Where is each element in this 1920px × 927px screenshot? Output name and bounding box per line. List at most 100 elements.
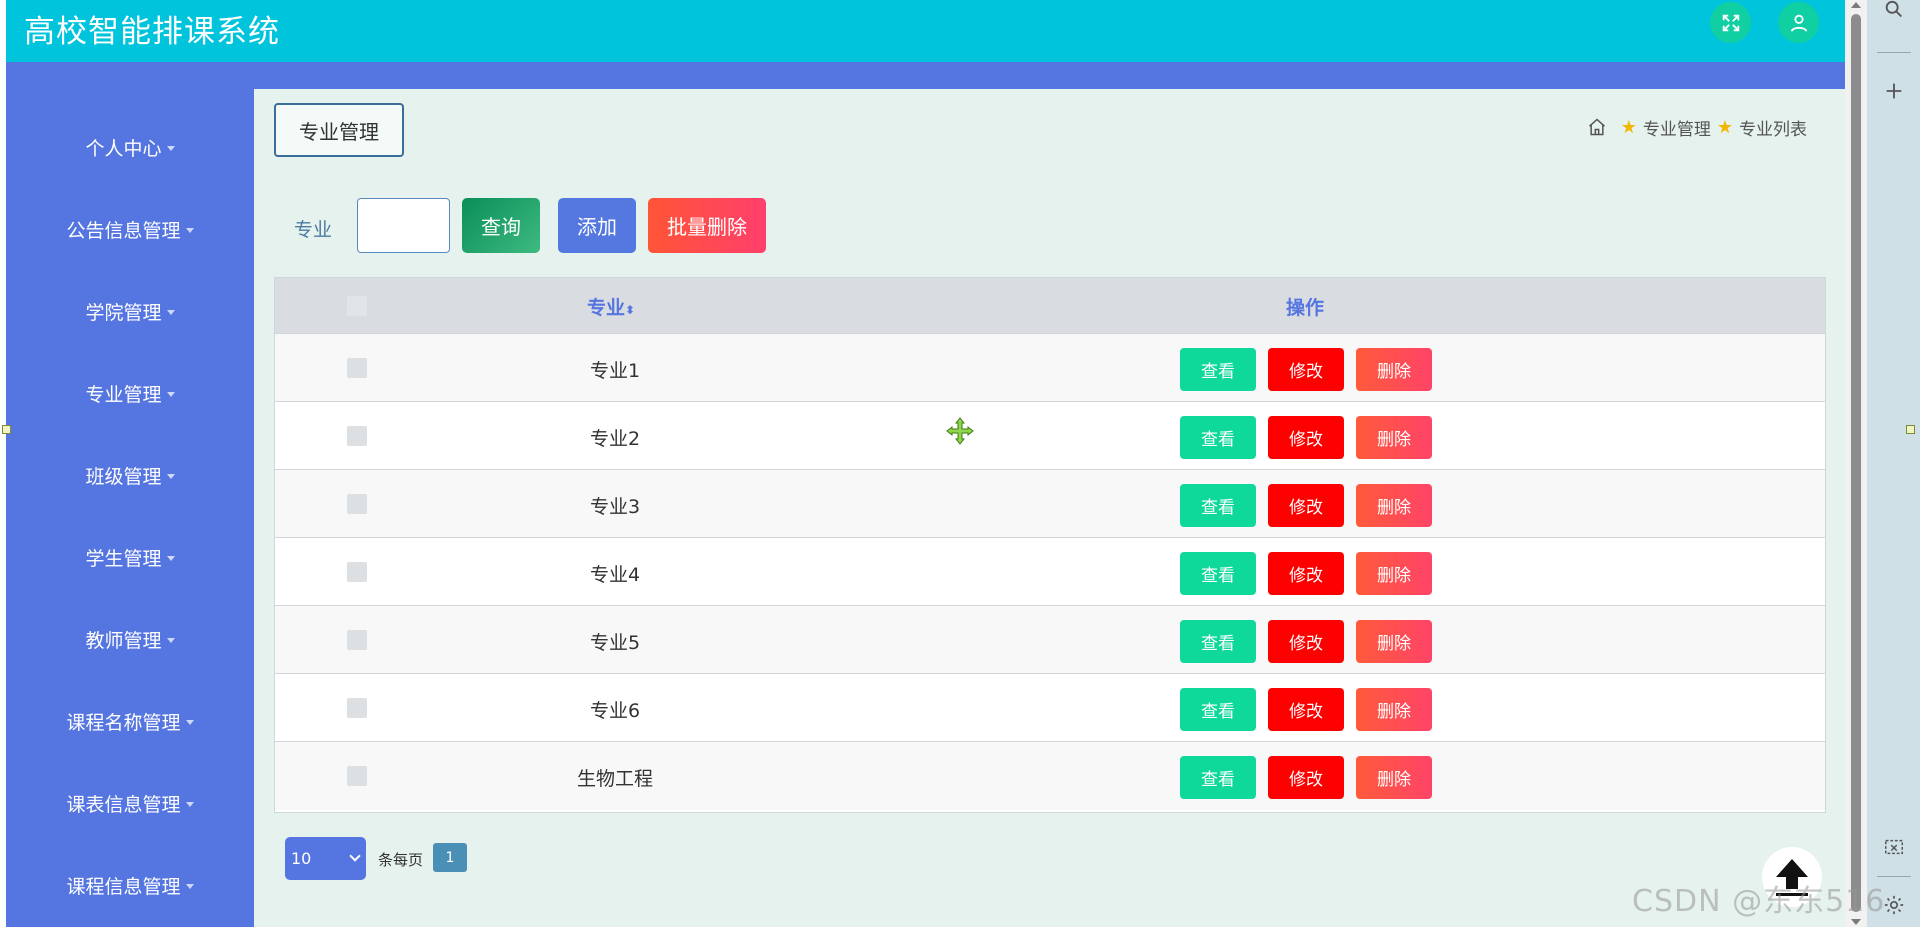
sidebar-item-label: 教师管理 <box>85 629 162 652</box>
sidebar-item-classes[interactable]: 班级管理 <box>6 455 254 495</box>
delete-button[interactable]: 删除 <box>1356 348 1432 391</box>
sidebar-item-label: 学生管理 <box>85 547 162 570</box>
resize-handle[interactable] <box>2 425 11 434</box>
user-button[interactable] <box>1778 2 1819 43</box>
search-icon[interactable] <box>1883 0 1905 22</box>
sidebar-item-colleges[interactable]: 学院管理 <box>6 291 254 331</box>
screenshot-icon[interactable] <box>1883 836 1905 858</box>
edit-button[interactable]: 修改 <box>1268 620 1344 663</box>
expand-icon <box>1722 14 1739 31</box>
page-size-select[interactable]: 10 <box>285 837 366 880</box>
sidebar-item-label: 专业管理 <box>85 383 162 406</box>
page-number-current[interactable]: 1 <box>433 843 467 872</box>
main-content: 专业管理 ★ 专业管理 ★ 专业列表 专业 查询 添加 批量删除 专业⬍ 操作 … <box>254 89 1845 927</box>
breadcrumb-item: 专业列表 <box>1739 119 1807 140</box>
watermark: CSDN @东东516 <box>1632 884 1886 919</box>
app-title: 高校智能排课系统 <box>24 14 280 50</box>
home-icon[interactable] <box>1587 117 1607 137</box>
sidebar-item-students[interactable]: 学生管理 <box>6 537 254 577</box>
scroll-up-icon[interactable] <box>1851 2 1861 8</box>
caret-down-icon <box>166 145 175 151</box>
major-name-cell: 专业5 <box>589 632 641 654</box>
delete-button[interactable]: 删除 <box>1356 756 1432 799</box>
page-title: 专业管理 <box>274 103 404 157</box>
breadcrumb: ★ 专业管理 ★ 专业列表 <box>1587 115 1807 140</box>
star-icon: ★ <box>1716 116 1733 138</box>
edit-button[interactable]: 修改 <box>1268 484 1344 527</box>
header-subbar <box>6 62 1845 89</box>
row-checkbox[interactable] <box>347 562 367 582</box>
sidebar-item-teachers[interactable]: 教师管理 <box>6 619 254 659</box>
plus-icon[interactable] <box>1883 80 1905 102</box>
edit-button[interactable]: 修改 <box>1268 416 1344 459</box>
vertical-scrollbar[interactable] <box>1845 0 1867 927</box>
scrollbar-thumb[interactable] <box>1851 14 1861 912</box>
edit-button[interactable]: 修改 <box>1268 688 1344 731</box>
table-row: 专业1 查看 修改 删除 <box>275 334 1825 402</box>
table-row: 生物工程 查看 修改 删除 <box>275 742 1825 810</box>
view-button[interactable]: 查看 <box>1180 484 1256 527</box>
delete-button[interactable]: 删除 <box>1356 620 1432 663</box>
row-checkbox[interactable] <box>347 766 367 786</box>
sidebar-item-announcements[interactable]: 公告信息管理 <box>6 209 254 249</box>
major-search-input[interactable] <box>357 198 450 253</box>
view-button[interactable]: 查看 <box>1180 620 1256 663</box>
page-size-value: 10 <box>291 849 312 868</box>
caret-down-icon <box>185 883 194 889</box>
view-button[interactable]: 查看 <box>1180 756 1256 799</box>
view-button[interactable]: 查看 <box>1180 348 1256 391</box>
sidebar-item-timetables[interactable]: 课表信息管理 <box>6 783 254 823</box>
sidebar-item-course-names[interactable]: 课程名称管理 <box>6 701 254 741</box>
major-name-cell: 专业1 <box>589 360 641 382</box>
sidebar-item-personal-center[interactable]: 个人中心 <box>6 127 254 167</box>
table-row: 专业4 查看 修改 删除 <box>275 538 1825 606</box>
row-checkbox[interactable] <box>347 630 367 650</box>
view-button[interactable]: 查看 <box>1180 416 1256 459</box>
delete-button[interactable]: 删除 <box>1356 484 1432 527</box>
breadcrumb-item[interactable]: 专业管理 <box>1643 115 1711 140</box>
delete-button[interactable]: 删除 <box>1356 688 1432 731</box>
batch-delete-button[interactable]: 批量删除 <box>648 198 766 253</box>
table-row: 专业5 查看 修改 删除 <box>275 606 1825 674</box>
panel-divider <box>1877 52 1911 53</box>
resize-handle[interactable] <box>1906 425 1915 434</box>
view-button[interactable]: 查看 <box>1180 688 1256 731</box>
caret-down-icon <box>166 391 175 397</box>
row-checkbox[interactable] <box>347 698 367 718</box>
select-all-checkbox[interactable] <box>347 296 367 316</box>
edit-button[interactable]: 修改 <box>1268 348 1344 391</box>
caret-down-icon <box>166 309 175 315</box>
row-checkbox[interactable] <box>347 426 367 446</box>
sidebar-item-label: 课表信息管理 <box>66 793 181 816</box>
gear-icon[interactable] <box>1883 894 1905 916</box>
column-header-actions: 操作 <box>1286 297 1325 319</box>
move-cursor-icon <box>946 417 974 445</box>
top-header: 高校智能排课系统 <box>6 0 1845 62</box>
sidebar-item-label: 课程名称管理 <box>66 711 181 734</box>
edit-button[interactable]: 修改 <box>1268 552 1344 595</box>
sort-icon[interactable]: ⬍ <box>625 303 635 317</box>
sidebar-item-label: 个人中心 <box>85 137 162 160</box>
row-checkbox[interactable] <box>347 494 367 514</box>
caret-down-icon <box>166 555 175 561</box>
row-checkbox[interactable] <box>347 358 367 378</box>
query-button[interactable]: 查询 <box>462 198 540 253</box>
caret-down-icon <box>185 227 194 233</box>
view-button[interactable]: 查看 <box>1180 552 1256 595</box>
chevron-down-icon <box>349 850 361 862</box>
table-row: 专业2 查看 修改 删除 <box>275 402 1825 470</box>
sidebar-item-label: 学院管理 <box>85 301 162 324</box>
sidebar-item-label: 班级管理 <box>85 465 162 488</box>
sidebar-item-courses[interactable]: 课程信息管理 <box>6 865 254 905</box>
column-header-major[interactable]: 专业⬍ <box>587 293 635 320</box>
major-name-cell: 专业3 <box>589 496 641 518</box>
caret-down-icon <box>166 637 175 643</box>
add-button[interactable]: 添加 <box>558 198 636 253</box>
delete-button[interactable]: 删除 <box>1356 552 1432 595</box>
delete-button[interactable]: 删除 <box>1356 416 1432 459</box>
fullscreen-button[interactable] <box>1710 2 1751 43</box>
edit-button[interactable]: 修改 <box>1268 756 1344 799</box>
major-name-cell: 专业4 <box>589 564 641 586</box>
sidebar-item-majors[interactable]: 专业管理 <box>6 373 254 413</box>
caret-down-icon <box>185 801 194 807</box>
